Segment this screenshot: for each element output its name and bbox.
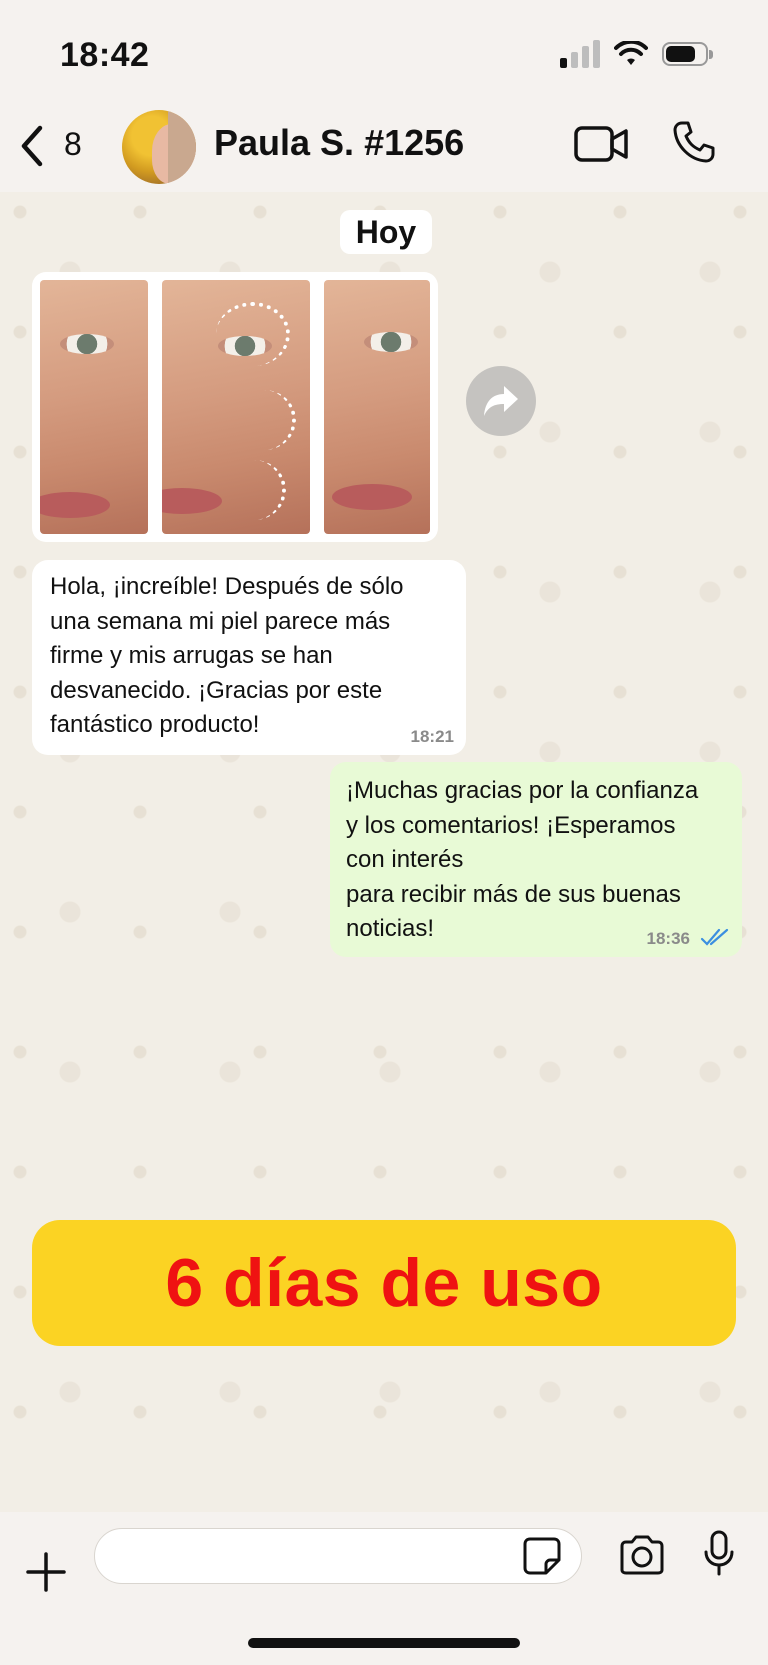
message-time: 18:21 [410,726,454,746]
battery-fill [666,46,695,62]
message-incoming[interactable]: Hola, ¡increíble! Después de sólo una se… [32,560,466,755]
message-text: Hola, ¡increíble! Después de sólo una se… [50,573,404,738]
avatar[interactable] [122,110,196,184]
microphone-icon[interactable] [702,1530,736,1578]
unread-count[interactable]: 8 [64,126,82,163]
camera-icon[interactable] [618,1534,666,1576]
composer-bar [0,1512,768,1665]
status-time: 18:42 [60,36,150,74]
status-bar: 18:42 [0,0,768,100]
photo-before [40,280,148,534]
message-time: 18:36 [646,928,690,948]
chat-header: 8 Paula S. #1256 [0,100,768,192]
before-after-photos[interactable] [40,280,430,534]
signal-icon [560,40,600,68]
status-icons [560,40,713,68]
photo-after [324,280,430,534]
avatar-hair [168,110,196,184]
sticker-icon[interactable] [522,1536,562,1576]
home-indicator [248,1638,520,1648]
banner-text: 6 días de uso [165,1245,603,1321]
read-ticks-icon [700,928,729,946]
message-input[interactable] [94,1528,582,1584]
battery-icon [662,42,713,66]
forward-icon [484,386,518,416]
wifi-icon [614,41,648,65]
usage-banner: 6 días de uso [32,1220,736,1346]
date-separator: Hoy [340,210,432,254]
phone-call-icon[interactable] [672,120,716,164]
image-message[interactable] [32,272,438,542]
back-icon[interactable] [14,122,50,170]
video-call-icon[interactable] [574,124,628,164]
photo-treatment [162,280,310,534]
plus-icon[interactable] [26,1552,66,1592]
message-text: ¡Muchas gracias por la confianza y los c… [346,777,699,942]
contact-name[interactable]: Paula S. #1256 [214,122,464,164]
forward-button[interactable] [466,366,536,436]
message-outgoing[interactable]: ¡Muchas gracias por la confianza y los c… [330,762,742,957]
